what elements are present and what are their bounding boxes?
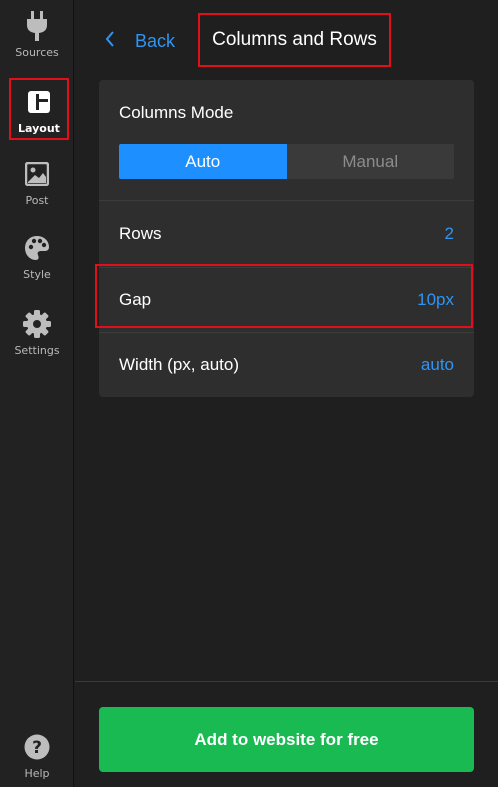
sidebar-item-post[interactable]: Post — [0, 160, 74, 222]
plug-icon — [23, 11, 51, 41]
layout-icon — [25, 88, 53, 116]
sidebar-item-label: Sources — [15, 46, 59, 59]
rows-label: Rows — [119, 224, 162, 243]
sidebar-item-label: Post — [25, 194, 49, 207]
help-icon: ? — [23, 733, 51, 761]
sidebar: Sources Layout Post Style Settings ? Hel… — [0, 0, 74, 787]
columns-mode-toggle: Auto Manual — [119, 144, 454, 179]
image-icon — [23, 160, 51, 188]
palette-icon — [23, 234, 51, 262]
gear-icon — [23, 310, 51, 338]
width-value[interactable]: auto — [421, 355, 454, 375]
columns-mode-title: Columns Mode — [119, 103, 234, 122]
page-title-text: Columns and Rows — [212, 29, 377, 50]
sidebar-item-label: Layout — [18, 122, 60, 135]
width-setting[interactable]: Width (px, auto) auto — [99, 332, 474, 398]
sidebar-item-layout[interactable]: Layout — [9, 78, 69, 140]
sidebar-item-label: Help — [24, 767, 50, 780]
add-to-website-button[interactable]: Add to website for free — [99, 707, 474, 772]
columns-mode-auto[interactable]: Auto — [119, 144, 287, 179]
gap-value[interactable]: 10px — [417, 290, 454, 310]
sidebar-item-label: Style — [23, 268, 51, 281]
back-button[interactable]: Back — [105, 28, 175, 54]
sidebar-item-sources[interactable]: Sources — [0, 11, 74, 74]
sidebar-item-settings[interactable]: Settings — [0, 310, 74, 372]
gap-label: Gap — [119, 290, 152, 309]
width-label: Width (px, auto) — [119, 355, 239, 374]
footer-divider — [75, 681, 498, 682]
columns-mode-manual[interactable]: Manual — [287, 144, 455, 179]
back-label: Back — [135, 30, 176, 51]
gap-setting[interactable]: Gap 10px — [99, 267, 474, 333]
sidebar-item-style[interactable]: Style — [0, 234, 74, 296]
rows-setting[interactable]: Rows 2 — [99, 201, 474, 267]
sidebar-item-label: Settings — [14, 344, 60, 357]
page-title: Columns and Rows — [198, 13, 391, 67]
rows-value[interactable]: 2 — [445, 224, 454, 244]
chevron-left-icon — [105, 30, 115, 52]
sidebar-item-help[interactable]: ? Help — [0, 733, 74, 787]
svg-text:?: ? — [32, 738, 42, 758]
settings-panel: Columns Mode Auto Manual Rows 2 Gap 10px… — [99, 80, 474, 397]
